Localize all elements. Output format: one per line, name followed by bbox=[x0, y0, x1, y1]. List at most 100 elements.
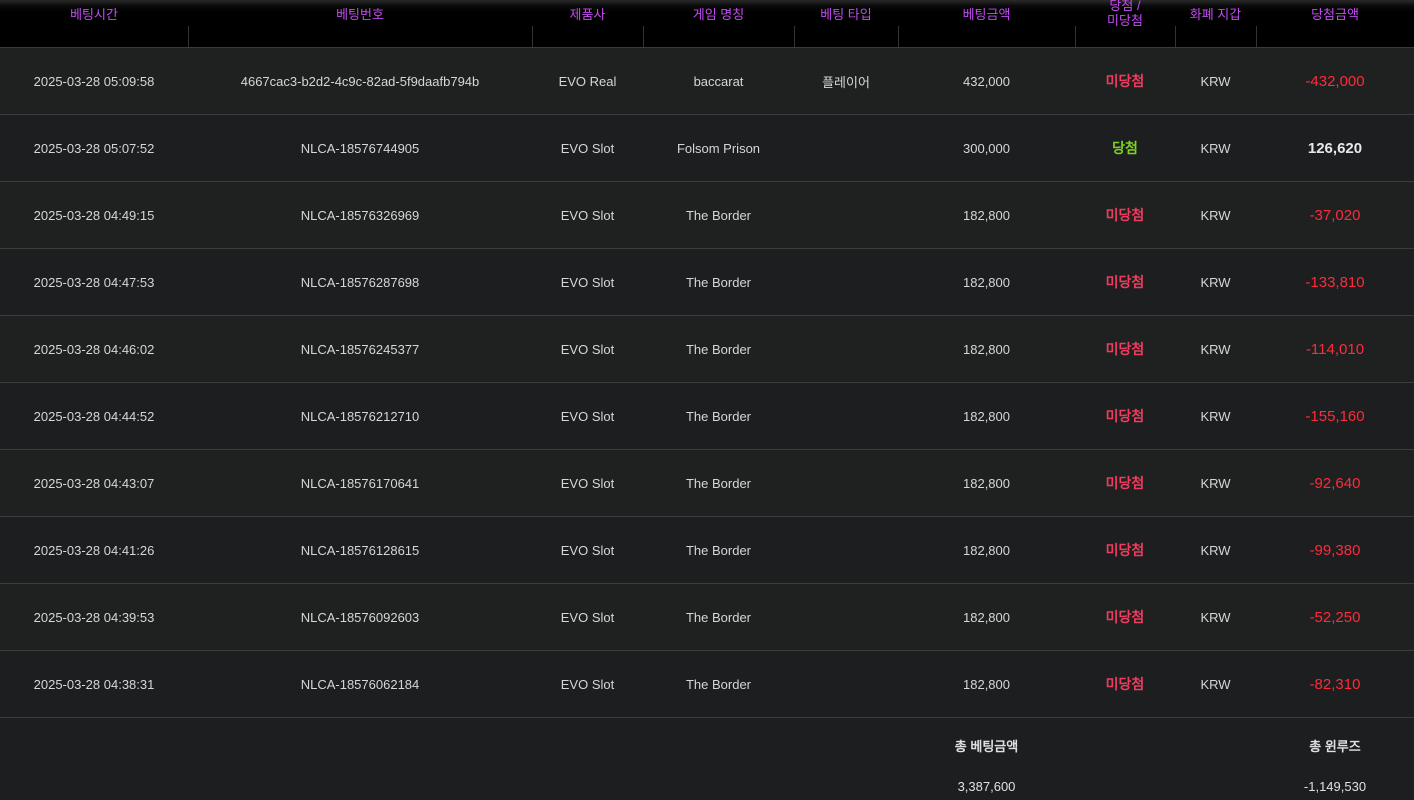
cell-bet-time: 2025-03-28 05:07:52 bbox=[0, 114, 188, 182]
cell-game-name: The Border bbox=[643, 248, 794, 316]
table-row: 2025-03-28 04:49:15 NLCA-18576326969 EVO… bbox=[0, 181, 1414, 249]
cell-currency: KRW bbox=[1175, 47, 1256, 115]
header-win-amount: 당첨금액 bbox=[1256, 0, 1414, 48]
cell-bet-type bbox=[794, 114, 898, 182]
cell-bet-amount: 182,800 bbox=[898, 516, 1075, 584]
summary-spacer bbox=[0, 717, 898, 772]
cell-result: 미당첨 bbox=[1075, 315, 1175, 383]
summary-label-row: 총 베팅금액 총 윈루즈 bbox=[0, 717, 1414, 772]
total-bet-label: 총 베팅금액 bbox=[898, 717, 1075, 772]
total-winloss-value: -1,149,530 bbox=[1256, 772, 1414, 800]
cell-vendor: EVO Slot bbox=[532, 181, 643, 249]
cell-bet-amount: 182,800 bbox=[898, 181, 1075, 249]
cell-currency: KRW bbox=[1175, 248, 1256, 316]
cell-game-name: The Border bbox=[643, 181, 794, 249]
cell-bet-amount: 182,800 bbox=[898, 382, 1075, 450]
header-game-name: 게임 명칭 bbox=[643, 0, 794, 48]
summary-spacer bbox=[1075, 772, 1256, 800]
cell-bet-type bbox=[794, 382, 898, 450]
cell-bet-number: NLCA-18576287698 bbox=[188, 248, 532, 316]
cell-game-name: The Border bbox=[643, 315, 794, 383]
table-row: 2025-03-28 04:39:53 NLCA-18576092603 EVO… bbox=[0, 583, 1414, 651]
cell-bet-time: 2025-03-28 04:38:31 bbox=[0, 650, 188, 718]
cell-game-name: Folsom Prison bbox=[643, 114, 794, 182]
cell-bet-time: 2025-03-28 04:46:02 bbox=[0, 315, 188, 383]
cell-bet-type bbox=[794, 583, 898, 651]
cell-win-amount: -114,010 bbox=[1256, 315, 1414, 383]
cell-result: 당첨 bbox=[1075, 114, 1175, 182]
cell-result: 미당첨 bbox=[1075, 47, 1175, 115]
cell-result: 미당첨 bbox=[1075, 650, 1175, 718]
total-bet-value: 3,387,600 bbox=[898, 772, 1075, 800]
cell-bet-type bbox=[794, 516, 898, 584]
table-row: 2025-03-28 04:38:31 NLCA-18576062184 EVO… bbox=[0, 650, 1414, 718]
cell-result: 미당첨 bbox=[1075, 583, 1175, 651]
cell-vendor: EVO Slot bbox=[532, 650, 643, 718]
cell-vendor: EVO Slot bbox=[532, 382, 643, 450]
cell-win-amount: -133,810 bbox=[1256, 248, 1414, 316]
table-row: 2025-03-28 04:46:02 NLCA-18576245377 EVO… bbox=[0, 315, 1414, 383]
cell-bet-type bbox=[794, 449, 898, 517]
column-divider bbox=[1256, 26, 1257, 47]
column-divider bbox=[188, 26, 189, 47]
cell-game-name: The Border bbox=[643, 449, 794, 517]
cell-win-amount: -155,160 bbox=[1256, 382, 1414, 450]
cell-bet-amount: 182,800 bbox=[898, 583, 1075, 651]
cell-vendor: EVO Slot bbox=[532, 449, 643, 517]
header-row: 베팅시간 베팅번호 제품사 게임 명칭 베팅 타입 베팅금액 당첨 / 미당첨 화… bbox=[0, 0, 1414, 48]
cell-vendor: EVO Slot bbox=[532, 315, 643, 383]
cell-bet-amount: 432,000 bbox=[898, 47, 1075, 115]
cell-bet-number: NLCA-18576744905 bbox=[188, 114, 532, 182]
header-bet-time: 베팅시간 bbox=[0, 0, 188, 48]
column-divider bbox=[643, 26, 644, 47]
cell-bet-amount: 182,800 bbox=[898, 650, 1075, 718]
cell-currency: KRW bbox=[1175, 650, 1256, 718]
cell-result: 미당첨 bbox=[1075, 382, 1175, 450]
cell-bet-time: 2025-03-28 04:43:07 bbox=[0, 449, 188, 517]
cell-currency: KRW bbox=[1175, 382, 1256, 450]
cell-bet-time: 2025-03-28 05:09:58 bbox=[0, 47, 188, 115]
table-row: 2025-03-28 05:07:52 NLCA-18576744905 EVO… bbox=[0, 114, 1414, 182]
cell-win-amount: -432,000 bbox=[1256, 47, 1414, 115]
cell-bet-type bbox=[794, 315, 898, 383]
header-label: 베팅번호 bbox=[336, 7, 384, 22]
cell-bet-type bbox=[794, 248, 898, 316]
cell-bet-type bbox=[794, 181, 898, 249]
cell-bet-time: 2025-03-28 04:39:53 bbox=[0, 583, 188, 651]
cell-vendor: EVO Slot bbox=[532, 114, 643, 182]
header-label: 게임 명칭 bbox=[692, 7, 745, 22]
cell-vendor: EVO Slot bbox=[532, 516, 643, 584]
cell-bet-number: NLCA-18576092603 bbox=[188, 583, 532, 651]
table-row: 2025-03-28 04:43:07 NLCA-18576170641 EVO… bbox=[0, 449, 1414, 517]
bet-history-panel: 베팅시간 베팅번호 제품사 게임 명칭 베팅 타입 베팅금액 당첨 / 미당첨 화… bbox=[0, 0, 1414, 800]
summary-spacer bbox=[1075, 717, 1256, 772]
cell-currency: KRW bbox=[1175, 315, 1256, 383]
header-label: 베팅 타입 bbox=[820, 7, 872, 22]
cell-win-amount: -99,380 bbox=[1256, 516, 1414, 584]
column-divider bbox=[532, 26, 533, 47]
header-label-line2: 미당첨 bbox=[1107, 13, 1143, 28]
cell-bet-time: 2025-03-28 04:49:15 bbox=[0, 181, 188, 249]
cell-vendor: EVO Slot bbox=[532, 583, 643, 651]
cell-game-name: The Border bbox=[643, 583, 794, 651]
cell-bet-number: NLCA-18576326969 bbox=[188, 181, 532, 249]
cell-bet-number: NLCA-18576212710 bbox=[188, 382, 532, 450]
bet-history-table: 베팅시간 베팅번호 제품사 게임 명칭 베팅 타입 베팅금액 당첨 / 미당첨 화… bbox=[0, 0, 1414, 800]
table-footer-summary: 총 베팅금액 총 윈루즈 3,387,600 -1,149,530 bbox=[0, 717, 1414, 800]
cell-win-amount: -92,640 bbox=[1256, 449, 1414, 517]
cell-result: 미당첨 bbox=[1075, 516, 1175, 584]
column-divider bbox=[898, 26, 899, 47]
cell-bet-number: 4667cac3-b2d2-4c9c-82ad-5f9daafb794b bbox=[188, 47, 532, 115]
cell-win-amount: -52,250 bbox=[1256, 583, 1414, 651]
cell-currency: KRW bbox=[1175, 181, 1256, 249]
header-label: 베팅시간 bbox=[70, 7, 118, 22]
cell-result: 미당첨 bbox=[1075, 181, 1175, 249]
cell-bet-time: 2025-03-28 04:44:52 bbox=[0, 382, 188, 450]
cell-bet-amount: 182,800 bbox=[898, 449, 1075, 517]
total-winloss-label: 총 윈루즈 bbox=[1256, 717, 1414, 772]
cell-bet-type: 플레이어 bbox=[794, 47, 898, 115]
cell-vendor: EVO Slot bbox=[532, 248, 643, 316]
cell-result: 미당첨 bbox=[1075, 449, 1175, 517]
table-row: 2025-03-28 04:47:53 NLCA-18576287698 EVO… bbox=[0, 248, 1414, 316]
table-row: 2025-03-28 04:44:52 NLCA-18576212710 EVO… bbox=[0, 382, 1414, 450]
